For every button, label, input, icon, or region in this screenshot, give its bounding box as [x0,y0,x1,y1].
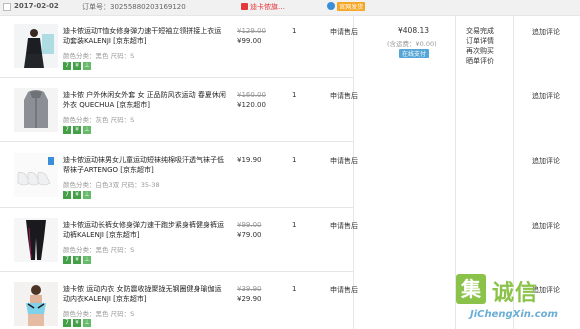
product-image[interactable] [14,24,58,68]
fulfillment-badge: 官网发货 [327,2,366,11]
guarantee-icon: ¥ [73,126,81,134]
quantity: 1 [292,91,297,99]
after-sale-link[interactable]: 申请售后 [330,156,358,166]
order-date: 2017-02-02 [14,2,59,10]
append-review-link[interactable]: 追加评论 [532,91,560,101]
guarantee-icon: ¥ [73,256,81,264]
product-attributes: 颜色分类：白色3双 尺码：35-38 [63,181,160,189]
order-status: 交易完成 [466,27,494,35]
quantity: 1 [292,156,297,164]
guarantee-icon: ¥ [73,319,81,327]
original-price: ¥129.00 [237,27,266,35]
service-icons: 7 ¥ ⊥ [63,318,93,327]
append-review-link[interactable]: 追加评论 [532,221,560,231]
seven-day-return-icon: 7 [63,319,71,327]
reorder-link[interactable]: 再次购买 [466,46,500,56]
original-price: ¥39.90 [237,285,262,293]
order-number: 订单号：30255880203169120 [82,3,186,11]
original-price: ¥160.00 [237,91,266,99]
product-attributes: 颜色分类：黑色 尺码：S [63,310,135,318]
price: ¥19.90 [237,156,262,164]
column-divider [353,16,354,329]
shop-link[interactable]: 迪卡侬旗… [241,2,285,12]
order-total: ¥408.13 [398,26,430,35]
seven-day-return-icon: 7 [63,62,71,70]
invoice-icon: ⊥ [83,191,91,199]
quantity: 1 [292,285,297,293]
seven-day-return-icon: 7 [63,191,71,199]
service-icons: 7 ¥ ⊥ [63,255,93,264]
order-header: 2017-02-02 订单号：30255880203169120 迪卡侬旗… 官… [0,0,580,16]
invoice-icon: ⊥ [83,126,91,134]
guarantee-icon: ¥ [73,62,81,70]
after-sale-link[interactable]: 申请售后 [330,27,358,37]
append-review-link[interactable]: 追加评论 [532,156,560,166]
product-title[interactable]: 迪卡侬 运动内衣 女防震收拢聚拢无钢圈健身瑜伽运动内衣KALENJI [京东超市… [63,284,228,304]
product-title[interactable]: 迪卡侬 户外休闲女外套 女 正品防风衣运动 春夏休闲外衣 QUECHUA [京东… [63,90,228,110]
price: ¥99.00 [237,37,262,45]
append-review-link[interactable]: 追加评论 [532,27,560,37]
order-checkbox[interactable] [3,3,11,11]
product-attributes: 颜色分类：灰色 尺码：S [63,116,135,124]
service-icons: 7 ¥ ⊥ [63,61,93,70]
product-title[interactable]: 迪卡侬运动袜男女儿童运动短袜纯棉吸汗透气袜子低帮袜子ARTENGO [京东超市] [63,155,228,175]
shipping-fee: (含运费：¥0.00) [387,40,437,48]
product-title[interactable]: 迪卡侬运动T恤女修身弹力速干短袖立领拼接上衣运动套装KALENJI [京东超市] [63,26,228,46]
quantity: 1 [292,27,297,35]
after-sale-link[interactable]: 申请售后 [330,285,358,295]
after-sale-link[interactable]: 申请售后 [330,91,358,101]
product-image[interactable] [14,218,58,262]
price: ¥120.00 [237,101,266,109]
invoice-icon: ⊥ [83,256,91,264]
watermark-name: 诚信 [492,281,539,306]
service-icons: 7 ¥ ⊥ [63,125,93,134]
product-image[interactable] [14,282,58,326]
order-detail-link[interactable]: 订单详情 [466,36,500,46]
invoice-icon: ⊥ [83,319,91,327]
quantity: 1 [292,221,297,229]
product-attributes: 颜色分类：黑色 尺码：S [63,246,135,254]
after-sale-link[interactable]: 申请售后 [330,221,358,231]
product-title[interactable]: 迪卡侬运动长裤女修身弹力速干跑步紧身裤健身裤运动裤KALENJI [京东超市] [63,220,228,240]
product-image[interactable] [14,153,58,197]
invoice-icon: ⊥ [83,62,91,70]
product-attributes: 颜色分类：黑色 尺码：S [63,52,135,60]
shop-icon [241,3,248,10]
service-icons: 7 ¥ ⊥ [63,190,93,199]
product-image[interactable] [14,88,58,132]
watermark: 集 诚信 JiChengXin.com [456,274,574,326]
price: ¥29.90 [237,295,262,303]
original-price: ¥99.00 [237,221,262,229]
payment-method-tag: 在线支付 [399,49,430,58]
seven-day-return-icon: 7 [63,126,71,134]
watermark-url: JiChengXin.com [470,309,558,320]
price: ¥79.00 [237,231,262,239]
badge-icon [327,2,335,10]
review-order-link[interactable]: 晒单评价 [466,56,500,66]
watermark-logo-icon: 集 [456,274,486,304]
seven-day-return-icon: 7 [63,256,71,264]
guarantee-icon: ¥ [73,191,81,199]
